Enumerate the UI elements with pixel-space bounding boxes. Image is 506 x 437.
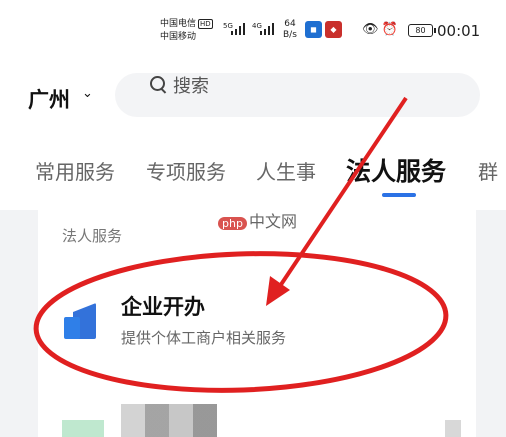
blurred-service-title[interactable]: [121, 404, 217, 437]
status-bar: 中国电信 HD 中国移动 5G 4G 64 B/s ◼ ◆ 👁 ⏰ 80 00:01: [0, 0, 506, 62]
battery-icon: 80: [408, 24, 436, 37]
app-header: 广州 ⌄ 搜索: [0, 62, 506, 132]
service-item-title[interactable]: 企业开办: [121, 291, 205, 321]
watermark-text: 中文网: [248, 212, 297, 231]
alarm-icon: ⏰: [381, 22, 398, 37]
signal-icon-1: [231, 23, 247, 35]
notification-app-icon-red: ◆: [325, 21, 342, 38]
carrier2-name: 中国移动: [160, 32, 197, 42]
city-selector[interactable]: 广州: [28, 84, 70, 114]
network-speed-unit: B/s: [283, 30, 297, 40]
signal-icon-2: [260, 23, 276, 35]
blurred-element: [445, 420, 461, 437]
search-input[interactable]: [115, 73, 480, 117]
network-speed: 64 B/s: [283, 19, 297, 41]
tab-special-services[interactable]: 专项服务: [146, 156, 226, 185]
system-icons: 👁 ⏰: [362, 22, 401, 37]
tab-life-events[interactable]: 人生事: [256, 156, 316, 185]
section-title: 法人服务: [62, 227, 123, 245]
chevron-down-icon[interactable]: ⌄: [82, 86, 93, 101]
clock: 00:01: [437, 22, 481, 40]
search-placeholder[interactable]: 搜索: [173, 72, 209, 98]
blurred-service-icon[interactable]: [62, 420, 104, 437]
network-speed-value: 64: [284, 19, 296, 29]
carrier1-name: 中国电信: [160, 19, 197, 29]
eye-icon: 👁: [362, 22, 379, 37]
service-item-subtitle[interactable]: 提供个体工商户相关服务: [121, 327, 286, 348]
watermark-badge: php: [218, 217, 247, 230]
business-registration-icon[interactable]: [64, 303, 96, 339]
tab-group[interactable]: 群: [478, 156, 498, 185]
carrier-info: 中国电信 HD 中国移动: [160, 18, 213, 44]
hd-badge: HD: [198, 19, 213, 29]
tab-legal-person-services[interactable]: 法人服务: [346, 152, 446, 188]
active-tab-indicator: [382, 193, 416, 197]
tab-common-services[interactable]: 常用服务: [35, 156, 115, 185]
category-tabs: 常用服务 专项服务 人生事 法人服务 群: [0, 150, 506, 200]
search-icon[interactable]: [150, 76, 165, 91]
notification-app-icon: ◼: [305, 21, 322, 38]
watermark: php 中文网: [218, 208, 297, 232]
